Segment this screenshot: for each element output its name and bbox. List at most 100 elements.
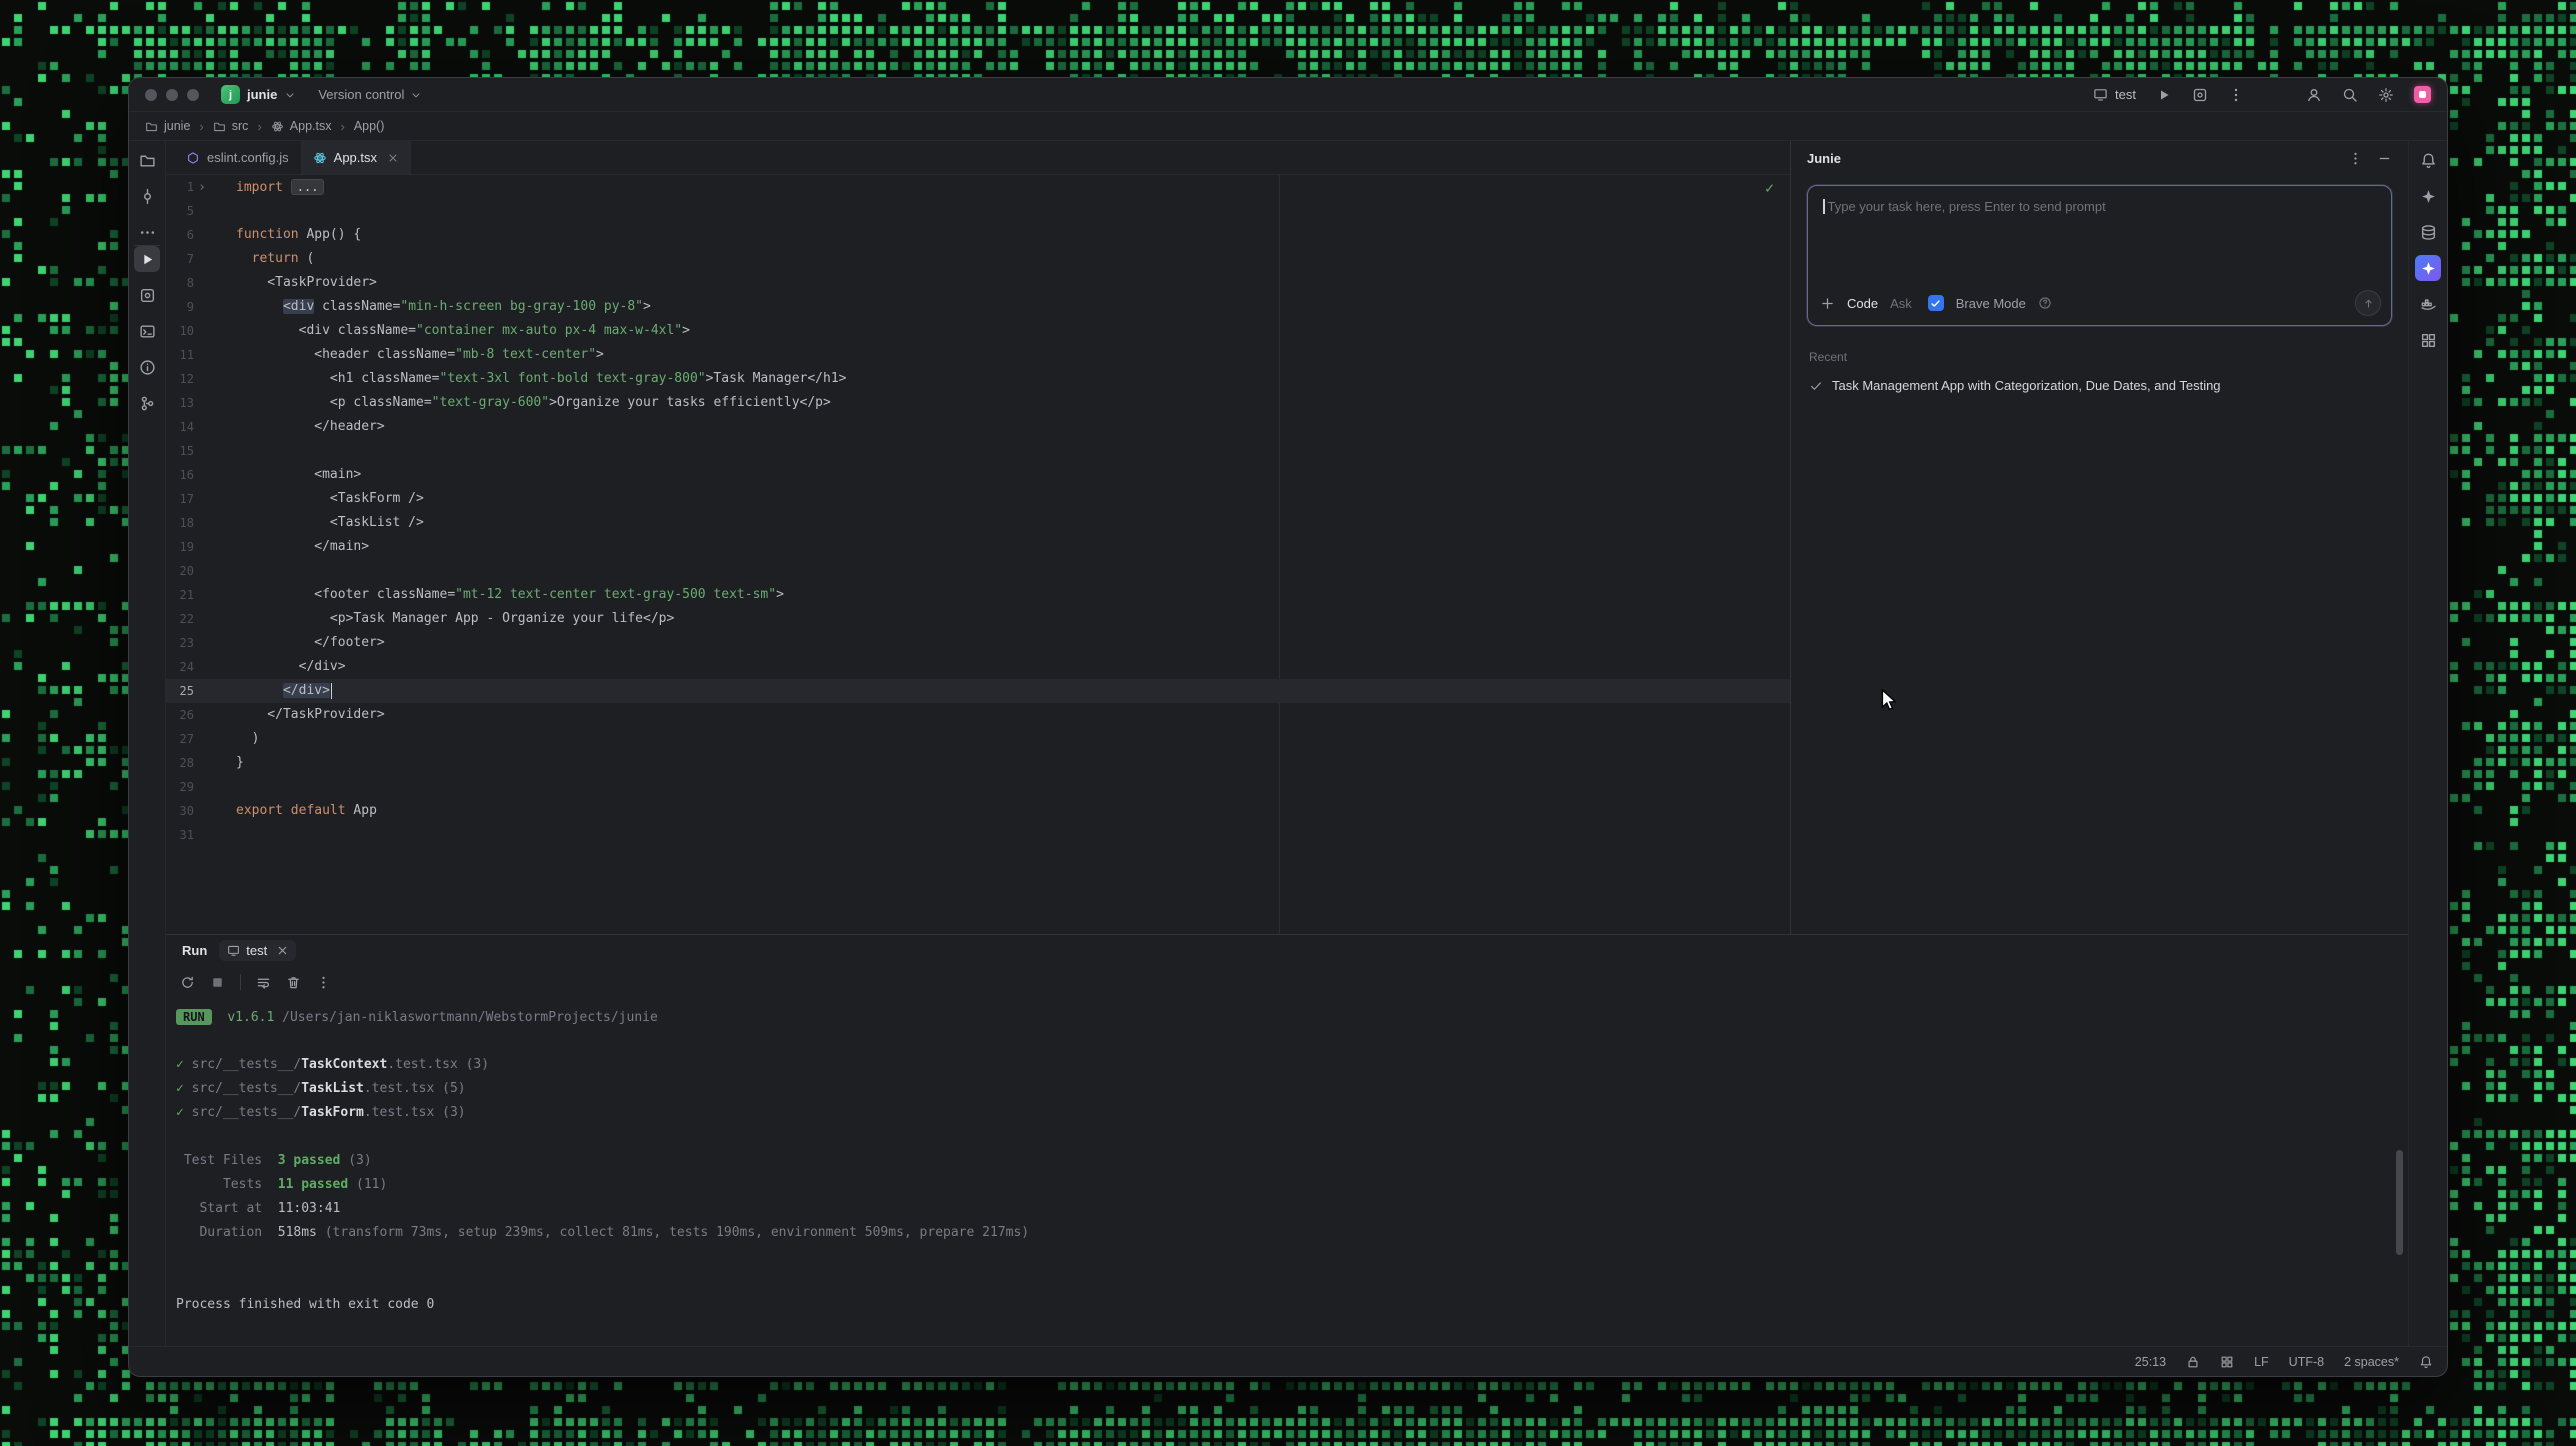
run-button[interactable]	[2156, 87, 2172, 103]
gutter[interactable]: 31	[166, 823, 236, 847]
code-line[interactable]: 19 </main>	[166, 535, 1790, 559]
editor-tab[interactable]: App.tsx	[301, 141, 411, 174]
gutter[interactable]: 11	[166, 343, 236, 367]
gutter[interactable]: 26	[166, 703, 236, 727]
terminal-tool-button[interactable]	[134, 318, 160, 344]
junie-prompt-input[interactable]: Type your task here, press Enter to send…	[1807, 185, 2392, 326]
soft-wrap-button[interactable]	[256, 975, 271, 990]
search-everywhere-button[interactable]	[2342, 87, 2358, 103]
send-button[interactable]	[2355, 290, 2381, 316]
database-tool-button[interactable]	[2415, 219, 2441, 245]
mode-code-button[interactable]: Code	[1847, 296, 1878, 311]
code-line[interactable]: 11 <header className="mb-8 text-center">	[166, 343, 1790, 367]
commit-tool-button[interactable]	[134, 183, 160, 209]
gutter[interactable]: 9	[166, 295, 236, 319]
code-line[interactable]: 22 <p>Task Manager App - Organize your l…	[166, 607, 1790, 631]
code-line[interactable]: 25 </div>	[166, 679, 1790, 703]
caret-position-widget[interactable]: 25:13	[2135, 1355, 2166, 1369]
code-line[interactable]: 10 <div className="container mx-auto px-…	[166, 319, 1790, 343]
gutter[interactable]: 30	[166, 799, 236, 823]
code-line[interactable]: 27 )	[166, 727, 1790, 751]
close-tab-icon[interactable]	[387, 152, 399, 164]
run-tab-test[interactable]: test	[219, 940, 296, 961]
breadcrumb-item[interactable]: src	[213, 119, 249, 133]
gutter[interactable]: 1›	[166, 175, 236, 199]
code-line[interactable]: 7 return (	[166, 247, 1790, 271]
gutter[interactable]: 6	[166, 223, 236, 247]
code-line[interactable]: 24 </div>	[166, 655, 1790, 679]
code-line[interactable]: 6function App() {	[166, 223, 1790, 247]
run-tool-button[interactable]	[134, 246, 160, 272]
code-line[interactable]: 30export default App	[166, 799, 1790, 823]
editor-tab[interactable]: eslint.config.js	[174, 141, 301, 174]
close-tab-icon[interactable]	[276, 944, 288, 956]
code-line[interactable]: 5	[166, 199, 1790, 223]
code-line[interactable]: 18 <TaskList />	[166, 511, 1790, 535]
gutter[interactable]: 25	[166, 679, 236, 703]
recent-task-item[interactable]: Task Management App with Categorization,…	[1809, 378, 2390, 393]
project-tool-button[interactable]	[134, 147, 160, 173]
junie-options-button[interactable]	[2348, 151, 2363, 166]
breadcrumb-item[interactable]: App.tsx	[271, 119, 332, 133]
titlebar-more-button[interactable]	[2228, 87, 2244, 103]
gutter[interactable]: 5	[166, 199, 236, 223]
junie-tool-button[interactable]	[2415, 255, 2441, 281]
run-console[interactable]: RUN v1.6.1 /Users/jan-niklaswortmann/Web…	[166, 999, 2408, 1317]
status-misc-icon[interactable]	[2220, 1355, 2234, 1369]
stop-button[interactable]	[210, 975, 225, 990]
code-line[interactable]: 15	[166, 439, 1790, 463]
project-widget[interactable]: j junie	[221, 85, 296, 104]
console-scrollbar[interactable]	[2396, 1150, 2403, 1255]
gutter[interactable]: 29	[166, 775, 236, 799]
rerun-button[interactable]	[180, 975, 195, 990]
line-separator-widget[interactable]: LF	[2254, 1355, 2269, 1369]
fold-arrow-icon[interactable]: ›	[194, 180, 210, 195]
gutter[interactable]: 13	[166, 391, 236, 415]
attach-button[interactable]	[1820, 296, 1835, 311]
code-line[interactable]: 29	[166, 775, 1790, 799]
gutter[interactable]: 20	[166, 559, 236, 583]
brave-mode-checkbox[interactable]	[1928, 295, 1944, 311]
code-line[interactable]: 8 <TaskProvider>	[166, 271, 1790, 295]
indent-widget[interactable]: 2 spaces*	[2344, 1355, 2399, 1369]
gutter[interactable]: 19	[166, 535, 236, 559]
code-line[interactable]: 14 </header>	[166, 415, 1790, 439]
gutter[interactable]: 12	[166, 367, 236, 391]
code-editor[interactable]: 1›import ...56function App() {7 return (…	[166, 175, 1790, 934]
gutter[interactable]: 14	[166, 415, 236, 439]
ai-assistant-tool-button[interactable]	[2415, 183, 2441, 209]
run-config-widget[interactable]: test	[2093, 87, 2136, 102]
code-line[interactable]: 13 <p className="text-gray-600">Organize…	[166, 391, 1790, 415]
git-tool-button[interactable]	[134, 390, 160, 416]
run-options-button[interactable]	[2192, 87, 2208, 103]
code-line[interactable]: 23 </footer>	[166, 631, 1790, 655]
dependencies-tool-button[interactable]	[2415, 327, 2441, 353]
settings-button[interactable]	[2378, 87, 2394, 103]
gutter[interactable]: 8	[166, 271, 236, 295]
gutter[interactable]: 23	[166, 631, 236, 655]
code-line[interactable]: 12 <h1 className="text-3xl font-bold tex…	[166, 367, 1790, 391]
zoom-window-button[interactable]	[187, 89, 199, 101]
mode-ask-button[interactable]: Ask	[1890, 296, 1912, 311]
gutter[interactable]: 17	[166, 487, 236, 511]
notifications-tool-button[interactable]	[2415, 147, 2441, 173]
vcs-widget[interactable]: Version control	[318, 87, 422, 102]
help-icon[interactable]	[2038, 296, 2052, 310]
code-line[interactable]: 17 <TaskForm />	[166, 487, 1790, 511]
gutter[interactable]: 15	[166, 439, 236, 463]
code-line[interactable]: 28}	[166, 751, 1790, 775]
minimize-window-button[interactable]	[166, 89, 178, 101]
console-more-button[interactable]	[316, 975, 331, 990]
close-window-button[interactable]	[145, 89, 157, 101]
breadcrumb-item[interactable]: App()	[354, 119, 385, 133]
code-line[interactable]: 20	[166, 559, 1790, 583]
breadcrumb-item[interactable]: junie	[145, 119, 190, 133]
more-tool-windows-button[interactable]	[134, 219, 160, 245]
code-with-me-button[interactable]	[2306, 87, 2322, 103]
lock-icon[interactable]	[2186, 1355, 2200, 1369]
junie-hide-button[interactable]	[2377, 151, 2392, 166]
gutter[interactable]: 7	[166, 247, 236, 271]
clear-console-button[interactable]	[286, 975, 301, 990]
gutter[interactable]: 21	[166, 583, 236, 607]
docker-tool-button[interactable]	[2415, 291, 2441, 317]
